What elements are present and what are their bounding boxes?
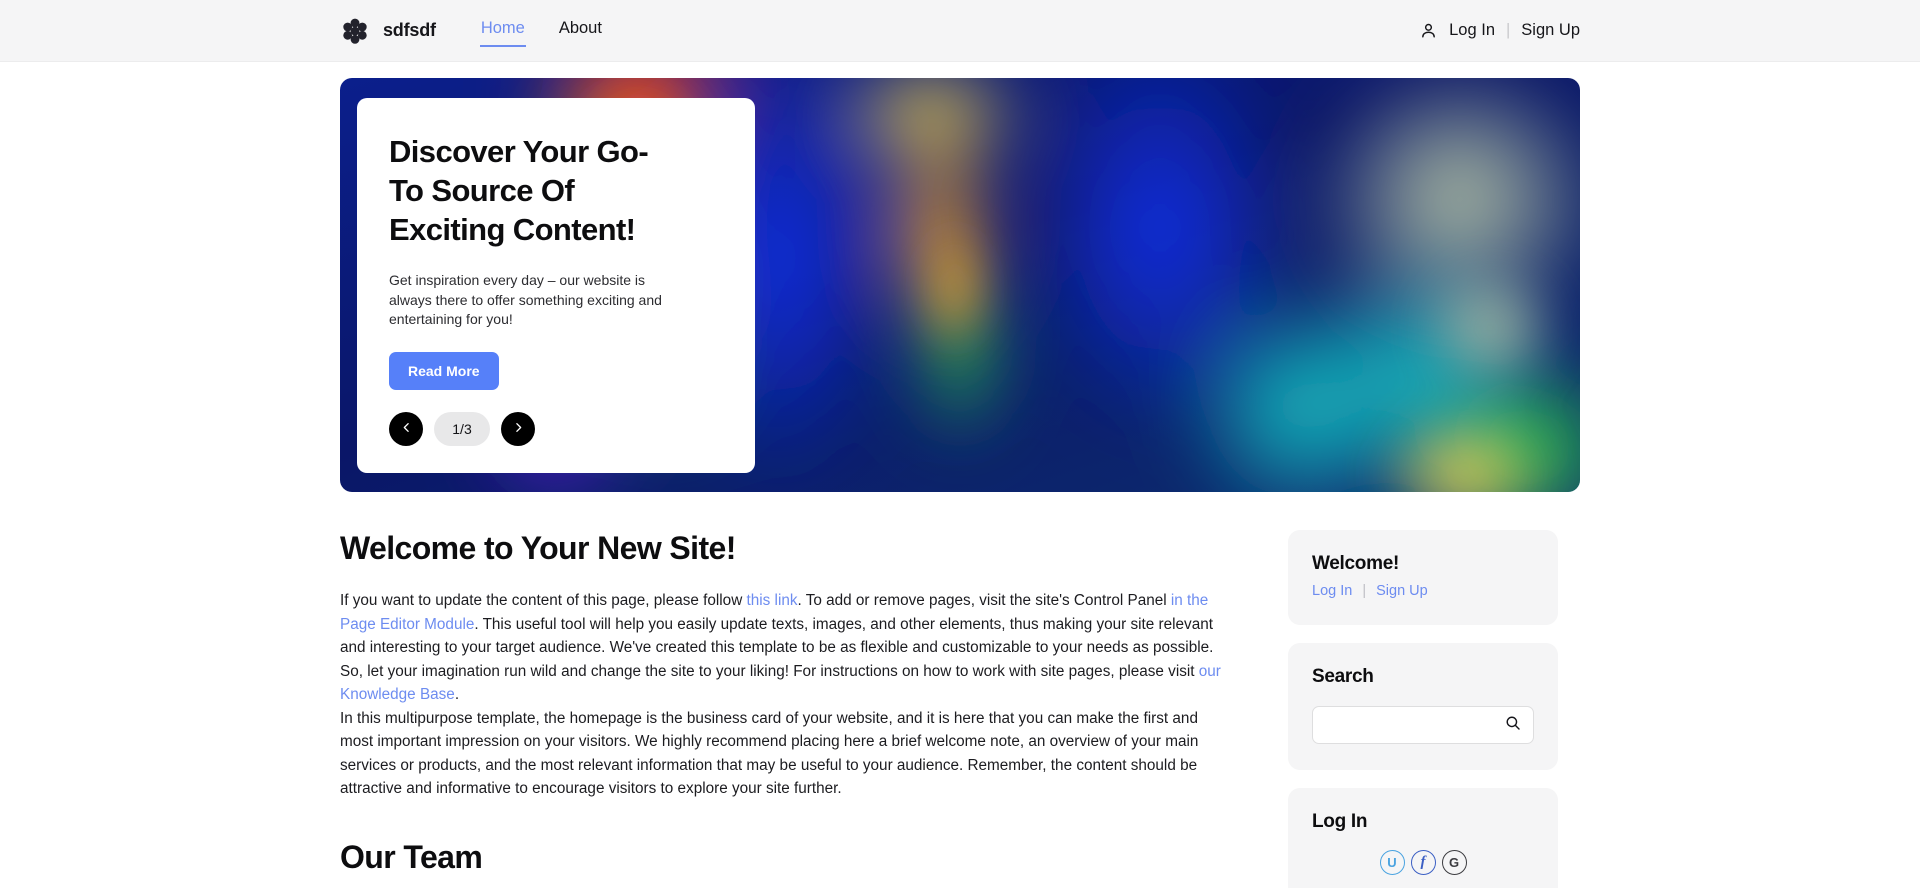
carousel-counter: 1/3 <box>434 411 490 446</box>
carousel-prev-button[interactable] <box>389 411 423 446</box>
welcome-widget-title: Welcome! <box>1312 553 1399 574</box>
page-title: Welcome to Your New Site! <box>340 530 736 566</box>
hero-card: Discover Your Go- To Source Of Exciting … <box>357 98 755 473</box>
carousel-next-button[interactable] <box>501 411 535 446</box>
header-divider: | <box>1506 21 1511 39</box>
flower-dots-logo-icon <box>340 16 370 46</box>
facebook-login-icon[interactable]: f <box>1410 850 1436 875</box>
hero-section: Discover Your Go- To Source Of Exciting … <box>0 62 1920 492</box>
intro-text-part-1: If you want to update the content of thi… <box>340 592 747 609</box>
brand[interactable]: sdfsdf <box>340 16 436 46</box>
login-widget-title: Log In <box>1312 811 1368 832</box>
search-widget: Search <box>1288 643 1558 770</box>
welcome-widget-links: Log In | Sign Up <box>1312 583 1534 599</box>
intro-text-part-4: . <box>454 686 460 703</box>
read-more-button[interactable]: Read More <box>389 351 499 390</box>
sidebar: Welcome! Log In | Sign Up Search Log In <box>1288 530 1558 888</box>
chevron-right-icon <box>512 421 525 437</box>
sidebar-signup-link[interactable]: Sign Up <box>1376 583 1428 599</box>
header-account-area: Log In | Sign Up <box>1419 21 1580 40</box>
intro-text-part-2: . To add or remove pages, visit the site… <box>797 592 1171 609</box>
uid-login-icon[interactable]: U <box>1379 850 1405 875</box>
brand-name: sdfsdf <box>383 20 436 40</box>
search-icon[interactable] <box>1504 714 1522 737</box>
header-signup-link[interactable]: Sign Up <box>1521 21 1580 40</box>
nav-item-about[interactable]: About <box>558 15 603 47</box>
search-widget-title: Search <box>1312 666 1374 687</box>
welcome-widget: Welcome! Log In | Sign Up <box>1288 530 1558 625</box>
header-login-link[interactable]: Log In <box>1449 21 1495 40</box>
hero-subtitle: Get inspiration every day – our website … <box>389 272 662 327</box>
user-icon <box>1419 21 1438 40</box>
sidebar-links-divider: | <box>1362 583 1367 599</box>
chevron-left-icon <box>400 421 413 437</box>
secondary-paragraph: In this multipurpose template, the homep… <box>340 709 1199 798</box>
login-widget: Log In U f G <box>1288 788 1558 888</box>
social-login-row: U f G <box>1312 850 1534 875</box>
hero-pagination: 1/3 <box>389 411 723 446</box>
google-login-icon[interactable]: G <box>1441 850 1467 875</box>
main-nav: Home About <box>479 15 603 47</box>
page-body: Welcome to Your New Site! If you want to… <box>0 492 1920 888</box>
search-input[interactable] <box>1326 717 1504 733</box>
hero-banner: Discover Your Go- To Source Of Exciting … <box>340 78 1580 492</box>
intro-paragraph: If you want to update the content of thi… <box>340 589 1234 707</box>
our-team-heading: Our Team <box>340 838 483 875</box>
header-inner: sdfsdf Home About Log In | Sign Up <box>0 15 1920 47</box>
this-link[interactable]: this link <box>747 592 798 609</box>
site-header: sdfsdf Home About Log In | Sign Up <box>0 0 1920 62</box>
main-content: Welcome to Your New Site! If you want to… <box>340 530 1234 888</box>
hero-title: Discover Your Go- To Source Of Exciting … <box>389 134 649 247</box>
nav-item-home[interactable]: Home <box>479 15 526 47</box>
search-box[interactable] <box>1312 706 1534 744</box>
sidebar-login-link[interactable]: Log In <box>1312 583 1352 599</box>
